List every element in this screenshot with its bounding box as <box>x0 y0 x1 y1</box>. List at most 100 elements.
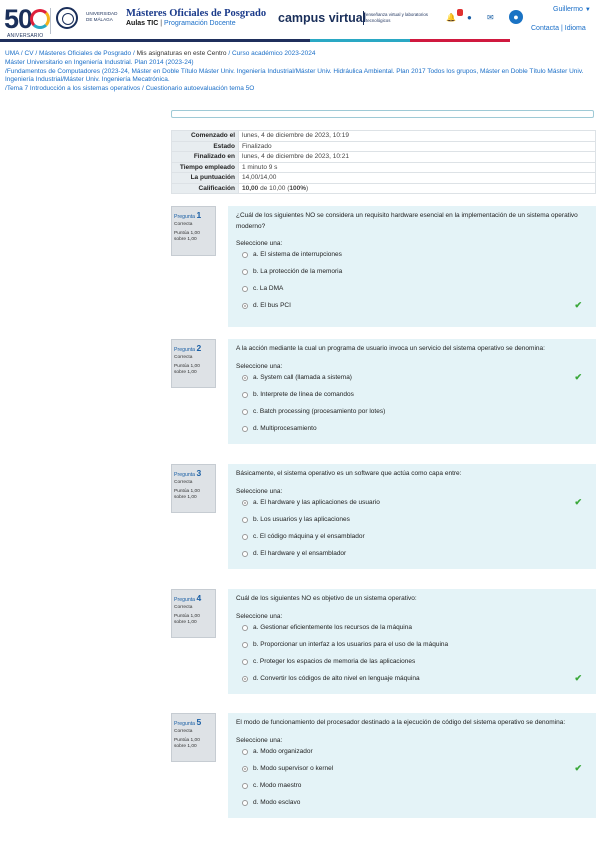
breadcrumb-item[interactable]: Mis asignaturas en este Centro <box>137 50 227 57</box>
mail-icon[interactable]: ✉ <box>487 13 494 23</box>
breadcrumb-item[interactable]: Másteres Oficiales de Posgrado <box>39 50 131 57</box>
answer-label: c. Modo maestro <box>253 781 302 789</box>
grade-end: ) <box>305 184 309 192</box>
university-name: UNIVERSIDAD DE MÁLAGA <box>86 11 118 22</box>
question-label: Pregunta <box>174 472 196 478</box>
chat-icon[interactable]: ● <box>467 13 472 23</box>
programacion-link[interactable]: Programación Docente <box>164 20 236 27</box>
answer-label: b. Interprete de línea de comandos <box>253 390 354 398</box>
radio-button[interactable] <box>242 252 248 258</box>
breadcrumb-item[interactable]: CV <box>25 50 34 57</box>
radio-button[interactable] <box>242 782 248 789</box>
question-title: Pregunta 3 <box>174 468 213 478</box>
question-points: Puntúa 1,00 sobre 1,00 <box>174 614 213 626</box>
user-menu[interactable]: Guillermo ▼ <box>553 6 591 13</box>
question-label: Pregunta <box>174 597 196 603</box>
answer-option[interactable]: b. La protección de la memoria <box>236 264 588 281</box>
question-number: 1 <box>196 210 202 220</box>
answer-option[interactable]: d. Convertir los códigos de alto nivel e… <box>236 671 588 688</box>
answer-option[interactable]: a. El hardware y las aplicaciones de usu… <box>236 495 588 512</box>
radio-button[interactable] <box>242 799 248 806</box>
answer-option[interactable]: b. Los usuarios y las aplicaciones <box>236 512 588 529</box>
question-text: El modo de funcionamiento del procesador… <box>236 719 566 726</box>
answer-option[interactable]: c. El código máquina y el ensamblador <box>236 529 588 546</box>
answer-option[interactable]: d. El bus PCI ✔ <box>236 298 588 315</box>
question-points: Puntúa 1,00 sobre 1,00 <box>174 738 213 750</box>
summary-row: Finalizado en lunes, 4 de diciembre de 20… <box>171 151 596 163</box>
radio-button[interactable] <box>242 374 248 381</box>
radio-button[interactable] <box>242 516 248 523</box>
site-subtitle: Aulas TIC | Programación Docente <box>126 20 236 27</box>
summary-value: lunes, 4 de diciembre de 2023, 10:19 <box>238 130 596 142</box>
question-text: Básicamente, el sistema operativo es un … <box>236 470 462 477</box>
contact-link[interactable]: Contacta <box>531 25 559 32</box>
question-content: Cuál de los siguientes NO es objetivo de… <box>228 589 596 694</box>
radio-button[interactable] <box>242 641 248 648</box>
question-title: Pregunta 2 <box>174 343 213 353</box>
university-seal-icon[interactable] <box>56 7 78 29</box>
radio-button[interactable] <box>242 269 248 275</box>
radio-button[interactable] <box>242 765 248 772</box>
radio-button[interactable] <box>242 675 248 682</box>
breadcrumb-item[interactable]: Cuestionario autoevaluación tema 5O <box>146 85 255 92</box>
chevron-down-icon: ▼ <box>584 7 591 13</box>
answer-label: c. Proteger los espacios de memoria de l… <box>253 657 416 665</box>
radio-button[interactable] <box>242 624 248 631</box>
anniversary-logo[interactable]: 50 ANIVERSARIO <box>4 5 50 39</box>
accent-bar-red <box>410 39 510 42</box>
aulas-link[interactable]: Aulas TIC <box>126 20 158 27</box>
quiz-navigation-box <box>171 110 594 118</box>
answer-option[interactable]: c. La DMA <box>236 281 588 298</box>
answer-option[interactable]: d. Modo esclavo <box>236 795 588 812</box>
breadcrumb-item[interactable]: Curso académico 2023-2024 <box>232 50 315 57</box>
answer-option[interactable]: c. Proteger los espacios de memoria de l… <box>236 654 588 671</box>
radio-button[interactable] <box>242 499 248 506</box>
answer-option[interactable]: b. Modo supervisor o kernel ✔ <box>236 761 588 778</box>
campus-tagline: enseñanza virtual y laboratorios tecnoló… <box>366 12 428 23</box>
answer-option[interactable]: b. Proporcionar un interfaz a los usuari… <box>236 637 588 654</box>
answer-option[interactable]: a. El sistema de interrupciones <box>236 247 588 264</box>
answer-option[interactable]: d. El hardware y el ensamblador <box>236 546 588 563</box>
campus-virtual-logo[interactable]: campus virtual <box>278 11 366 25</box>
accessibility-icon[interactable]: ● <box>509 10 523 24</box>
answer-option[interactable]: a. System call (llamada a sistema) ✔ <box>236 370 588 387</box>
question-number: 4 <box>196 593 202 603</box>
radio-button[interactable] <box>242 286 248 292</box>
radio-button[interactable] <box>242 391 248 398</box>
correct-check-icon: ✔ <box>574 762 582 773</box>
points-line-2: sobre 1,00 <box>174 237 197 243</box>
question-title: Pregunta 5 <box>174 717 213 727</box>
header-divider <box>50 8 51 34</box>
radio-button[interactable] <box>242 425 248 432</box>
breadcrumb-item[interactable]: Fundamentos de Computadores (2023-24, Má… <box>5 68 583 84</box>
radio-button[interactable] <box>242 533 248 540</box>
breadcrumb-item[interactable]: Tema 7 Introducción a los sistemas opera… <box>7 85 140 92</box>
answer-option[interactable]: c. Modo maestro <box>236 778 588 795</box>
answer-label: a. Gestionar eficientemente los recursos… <box>253 623 412 631</box>
accent-bar-navy <box>0 39 310 42</box>
question-points: Puntúa 1,00 sobre 1,00 <box>174 231 213 243</box>
points-line-2: sobre 1,00 <box>174 495 197 501</box>
radio-button[interactable] <box>242 748 248 755</box>
question-title: Pregunta 1 <box>174 210 213 220</box>
subtitle-divider: | <box>160 20 163 27</box>
answer-option[interactable]: d. Multiprocesamiento <box>236 421 588 438</box>
question-label: Pregunta <box>174 347 196 353</box>
breadcrumb-item[interactable]: UMA <box>5 50 19 57</box>
radio-button[interactable] <box>242 408 248 415</box>
radio-button[interactable] <box>242 550 248 557</box>
answer-option[interactable]: c. Batch processing (procesamiento por l… <box>236 404 588 421</box>
language-link[interactable]: Idioma <box>565 25 586 32</box>
answer-option[interactable]: a. Modo organizador <box>236 744 588 761</box>
question-points: Puntúa 1,00 sobre 1,00 <box>174 364 213 376</box>
header-links: Contacta | Idioma <box>531 25 586 32</box>
select-one-label: Seleccione una: <box>236 362 283 370</box>
answer-option[interactable]: a. Gestionar eficientemente los recursos… <box>236 620 588 637</box>
answer-label: b. Los usuarios y las aplicaciones <box>253 515 350 523</box>
radio-button[interactable] <box>242 658 248 665</box>
bell-icon[interactable]: 🔔 <box>446 13 456 23</box>
radio-button[interactable] <box>242 303 248 309</box>
answer-option[interactable]: b. Interprete de línea de comandos <box>236 387 588 404</box>
breadcrumb-item[interactable]: Máster Universitario en Ingeniería Indus… <box>5 59 194 66</box>
masters-title[interactable]: Másteres Oficiales de Posgrado <box>126 8 266 19</box>
